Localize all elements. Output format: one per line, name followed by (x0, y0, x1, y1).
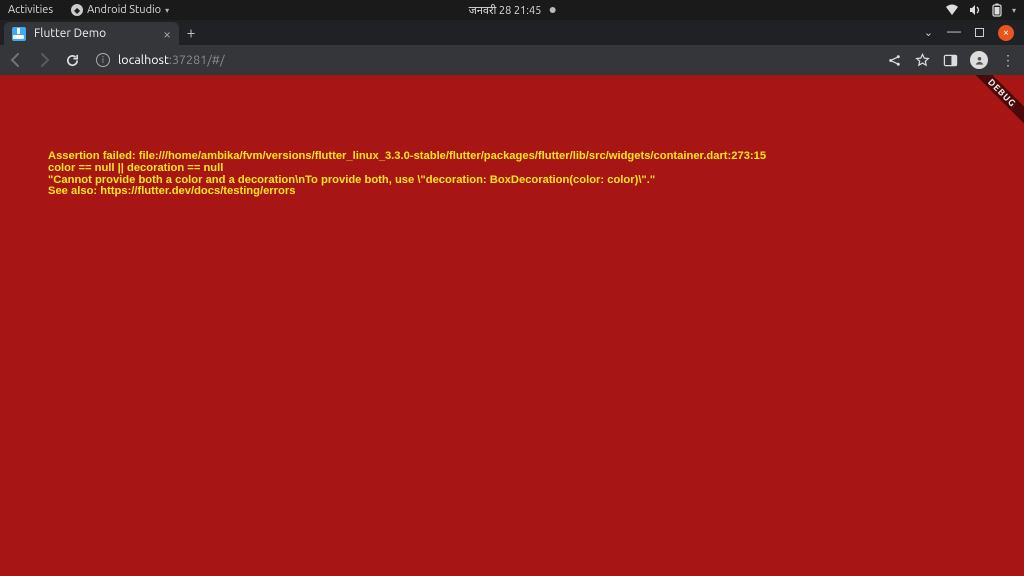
chevron-down-icon: ▾ (165, 6, 169, 15)
system-top-bar: Activities ◆ Android Studio ▾ जनवरी 28 2… (0, 0, 1024, 20)
browser-tab[interactable]: Flutter Demo × (4, 22, 179, 45)
minimize-button[interactable]: — (947, 23, 961, 39)
browser-window: Flutter Demo × + ⌄ — × i localhost:37281… (0, 20, 1024, 576)
chevron-down-icon: ▾ (1012, 6, 1016, 15)
volume-icon (969, 4, 982, 16)
bookmark-icon[interactable] (914, 52, 930, 68)
maximize-button[interactable] (975, 28, 984, 37)
reload-button[interactable] (64, 52, 80, 68)
system-clock[interactable]: जनवरी 28 21:45 (469, 3, 556, 18)
tab-strip: Flutter Demo × + ⌄ — × (0, 20, 1024, 45)
system-status-area[interactable]: ▾ (945, 3, 1016, 17)
app-menu-label: Android Studio (87, 4, 161, 16)
clock-text: जनवरी 28 21:45 (469, 3, 542, 18)
kebab-menu-icon[interactable]: ⋮ (1000, 52, 1016, 68)
address-path: :37281/#/ (169, 53, 225, 67)
activities-button[interactable]: Activities (8, 4, 53, 16)
wifi-icon (945, 4, 959, 16)
new-tab-button[interactable]: + (179, 20, 203, 45)
tab-search-icon[interactable]: ⌄ (924, 26, 933, 39)
forward-button[interactable] (36, 52, 52, 68)
notification-dot-icon (549, 7, 555, 13)
page-viewport: DEBUG Assertion failed: file:///home/amb… (0, 75, 1024, 576)
app-menu[interactable]: ◆ Android Studio ▾ (71, 4, 169, 16)
panel-toggle-icon[interactable] (942, 52, 958, 68)
tab-title: Flutter Demo (34, 27, 106, 40)
back-button[interactable] (8, 52, 24, 68)
flutter-favicon-icon (12, 27, 26, 41)
address-host: localhost (118, 53, 169, 67)
share-icon[interactable] (886, 52, 902, 68)
close-tab-icon[interactable]: × (163, 26, 171, 42)
browser-toolbar: i localhost:37281/#/ ⋮ (0, 45, 1024, 75)
flutter-error-message: Assertion failed: file:///home/ambika/fv… (48, 151, 766, 198)
site-info-icon[interactable]: i (96, 53, 110, 67)
profile-avatar-icon[interactable] (970, 51, 988, 69)
battery-icon (992, 3, 1002, 17)
window-close-button[interactable]: × (998, 25, 1014, 41)
android-studio-icon: ◆ (71, 4, 83, 16)
debug-banner: DEBUG (962, 75, 1024, 133)
window-controls: ⌄ — × (924, 20, 1024, 45)
address-bar[interactable]: i localhost:37281/#/ (92, 53, 874, 67)
